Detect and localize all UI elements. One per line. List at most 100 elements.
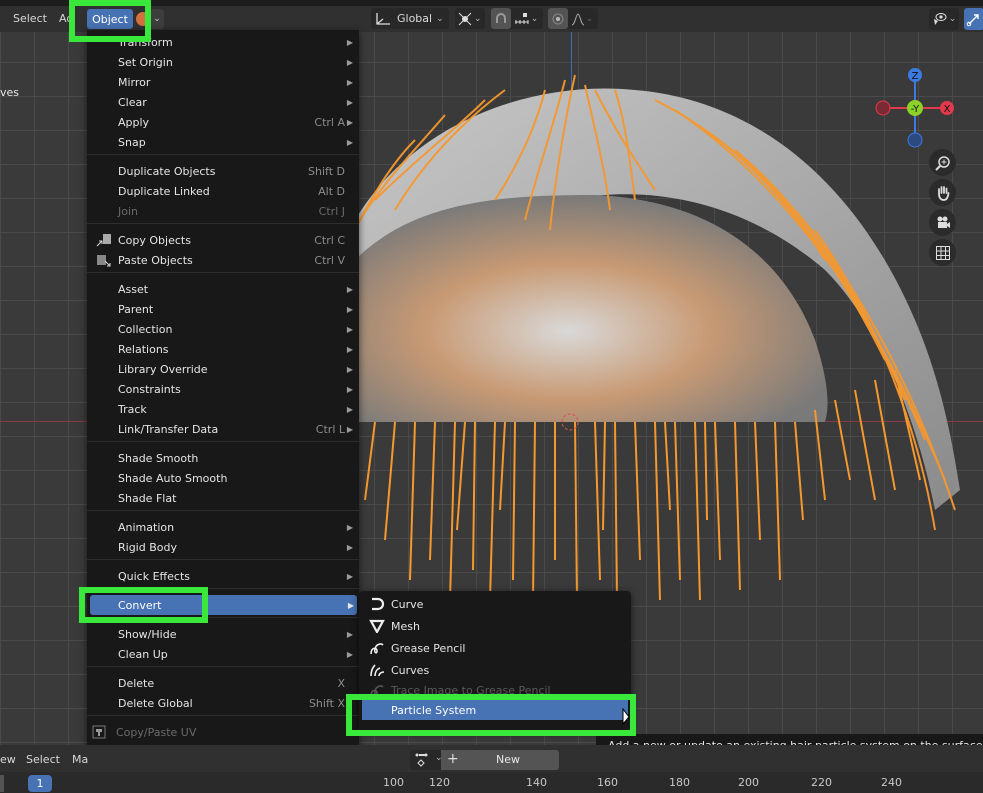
menu-item-rigid-body[interactable]: Rigid Body ▶ [87, 537, 359, 557]
timeline-ruler[interactable]: 100 120 140 160 180 200 220 240 [0, 772, 983, 793]
zoom-view-button[interactable] [929, 149, 956, 176]
menu-item-copy-objects[interactable]: Copy Objects Ctrl C [87, 230, 359, 250]
menu-item-duplicate-objects[interactable]: Duplicate Objects Shift D [87, 161, 359, 181]
snap-increment-icon [514, 12, 529, 24]
menu-item-apply[interactable]: Apply Ctrl A ▶ [87, 112, 359, 132]
menu-item-join: Join Ctrl J [87, 201, 359, 221]
menu-item-label: Paste Objects [118, 253, 193, 267]
menu-item-duplicate-linked[interactable]: Duplicate Linked Alt D [87, 181, 359, 201]
frame-tick-label: 200 [738, 776, 759, 789]
snap-group: ⌄ [491, 8, 543, 29]
menu-item-label: Shade Flat [118, 491, 177, 505]
falloff-dropdown[interactable]: ⌄ [568, 8, 596, 29]
menu-item-label: Delete [118, 676, 155, 690]
submenu-arrow-icon: ▶ [346, 37, 353, 47]
snap-toggle[interactable] [491, 8, 511, 29]
menu-item-shortcut: X [337, 676, 345, 690]
submenu-item-label: Curve [391, 597, 424, 611]
submenu-item-curve[interactable]: Curve [359, 594, 631, 614]
navigation-gizmo[interactable]: Z X -Y [870, 65, 960, 155]
menu-item-shade-auto-smooth[interactable]: Shade Auto Smooth [87, 468, 359, 488]
gizmo-toggle[interactable] [964, 8, 983, 30]
keying-set-dropdown[interactable]: ⌄ [410, 750, 443, 770]
submenu-item-particle-system[interactable]: Particle System [362, 700, 628, 720]
menu-item-snap[interactable]: Snap ▶ [87, 132, 359, 152]
falloff-curve-icon [571, 12, 584, 25]
timeline-select-menu[interactable]: Select [26, 753, 60, 766]
menu-item-constraints[interactable]: Constraints ▶ [87, 379, 359, 399]
menu-item-label: Apply [118, 115, 150, 129]
menu-item-delete[interactable]: Delete X [87, 673, 359, 693]
submenu-arrow-icon: ▶ [346, 364, 353, 374]
menu-item-paste-objects[interactable]: Paste Objects Ctrl V [87, 250, 359, 270]
submenu-arrow-icon: ▶ [346, 542, 353, 552]
menu-item-animation[interactable]: Animation ▶ [87, 517, 359, 537]
menu-item-relations[interactable]: Relations ▶ [87, 339, 359, 359]
transform-orientation-dropdown[interactable]: Global ⌄ [371, 8, 449, 29]
menu-item-label: Duplicate Objects [118, 164, 216, 178]
menu-item-clean-up[interactable]: Clean Up ▶ [87, 644, 359, 664]
submenu-item-curves[interactable]: Curves [359, 660, 631, 680]
chevron-down-icon: ⌄ [474, 13, 482, 24]
new-action-button[interactable]: + New [441, 750, 559, 770]
select-menu[interactable]: Select [13, 12, 47, 25]
menu-item-collection[interactable]: Collection ▶ [87, 319, 359, 339]
menu-item-clear[interactable]: Clear ▶ [87, 92, 359, 112]
menu-item-parent[interactable]: Parent ▶ [87, 299, 359, 319]
menu-item-label: Clean Up [118, 647, 168, 661]
add-menu[interactable]: Add [59, 12, 73, 25]
timeline-view-menu[interactable]: ew [0, 753, 16, 766]
curves-icon [368, 662, 386, 678]
mesh-icon [368, 618, 386, 634]
menu-item-asset[interactable]: Asset ▶ [87, 279, 359, 299]
curve-icon [368, 596, 386, 612]
menu-separator [87, 559, 359, 560]
menu-item-track[interactable]: Track ▶ [87, 399, 359, 419]
submenu-item-mesh[interactable]: Mesh [359, 616, 631, 636]
selectability-visibility-dropdown[interactable]: ⌄ [929, 8, 959, 30]
menu-item-shortcut: Ctrl L [315, 422, 345, 436]
grease-pencil-icon [368, 640, 386, 656]
menu-item-shade-flat[interactable]: Shade Flat [87, 488, 359, 508]
menu-item-delete-global[interactable]: Delete Global Shift X [87, 693, 359, 713]
submenu-arrow-icon: ▶ [346, 137, 353, 147]
copy-icon [96, 233, 112, 247]
timeline-marker-menu[interactable]: Ma [72, 753, 88, 766]
menu-item-shade-smooth[interactable]: Shade Smooth [87, 448, 359, 468]
menu-item-library-override[interactable]: Library Override ▶ [87, 359, 359, 379]
menu-item-mirror[interactable]: Mirror ▶ [87, 72, 359, 92]
menu-item-label: Link/Transfer Data [118, 422, 219, 436]
menu-item-label: Asset [118, 282, 149, 296]
object-menu[interactable]: Object [87, 9, 133, 29]
pan-view-button[interactable] [929, 179, 956, 206]
gizmo-neg-z-axis[interactable] [907, 132, 923, 148]
current-frame-indicator[interactable]: 1 [28, 775, 52, 792]
zoom-icon [934, 155, 950, 171]
menu-separator [87, 617, 359, 618]
submenu-arrow-icon: ▶ [346, 384, 353, 394]
menu-item-label: Parent [118, 302, 154, 316]
ortho-view-button[interactable] [929, 239, 956, 266]
frame-tick-label: 120 [429, 776, 450, 789]
grid-icon [935, 245, 950, 260]
submenu-item-grease-pencil[interactable]: Grease Pencil [359, 638, 631, 658]
menu-item-label: Rigid Body [118, 540, 177, 554]
submenu-arrow-icon: ▶ [346, 522, 353, 532]
proportional-edit-toggle[interactable] [548, 8, 568, 29]
menu-item-transform[interactable]: Transform ▶ [87, 32, 359, 52]
menu-item-convert[interactable]: Convert ▶ [90, 595, 357, 615]
menu-item-set-origin[interactable]: Set Origin ▶ [87, 52, 359, 72]
submenu-arrow-icon: ▶ [346, 117, 353, 127]
menu-item-quick-effects[interactable]: Quick Effects ▶ [87, 566, 359, 586]
camera-view-button[interactable] [929, 209, 956, 236]
mode-dropdown-button[interactable]: ⌄ [150, 9, 164, 29]
menu-item-link-transfer-data[interactable]: Link/Transfer Data Ctrl L ▶ [87, 419, 359, 439]
pivot-point-dropdown[interactable]: ⌄ [455, 8, 485, 29]
menu-item-label: Relations [118, 342, 169, 356]
menu-item-show-hide[interactable]: Show/Hide ▶ [87, 624, 359, 644]
snap-target-dropdown[interactable]: ⌄ [511, 8, 541, 29]
frame-start-handle[interactable] [0, 775, 4, 792]
gizmo-neg-x-axis[interactable] [875, 100, 891, 116]
menu-item-label: Constraints [118, 382, 181, 396]
menu-item-label: Shade Smooth [118, 451, 199, 465]
